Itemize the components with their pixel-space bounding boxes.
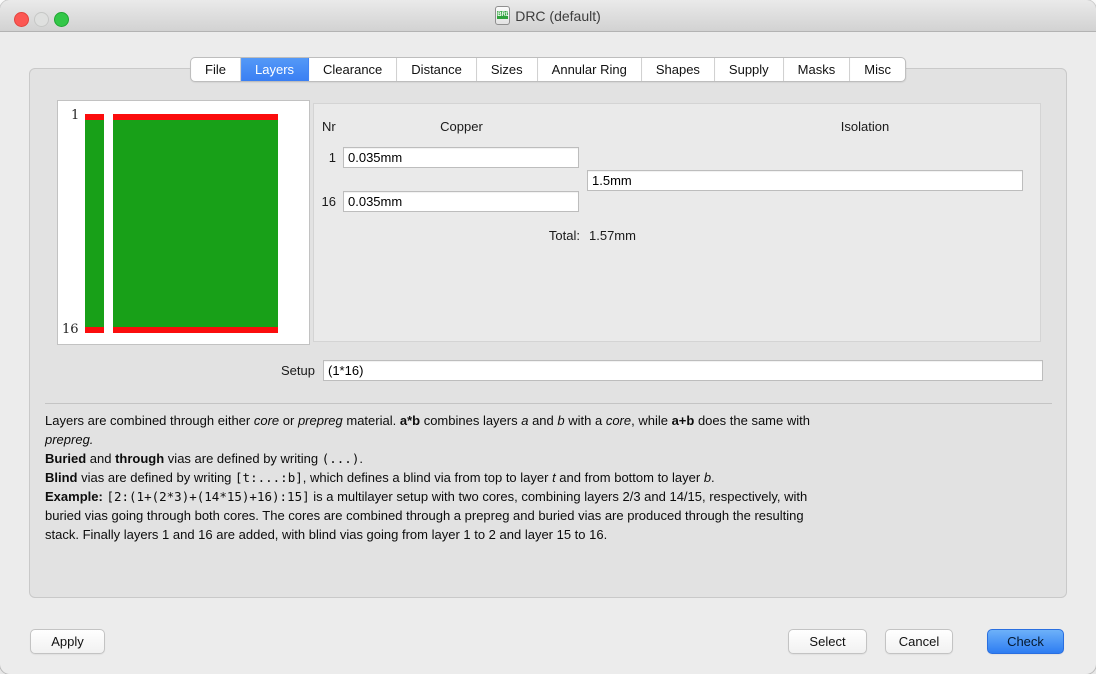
check-button[interactable]: Check: [987, 629, 1064, 654]
tab-misc[interactable]: Misc: [850, 58, 905, 81]
total-label: Total:: [548, 228, 580, 243]
bottom-layer-number-label: 16: [62, 322, 79, 337]
divider-line: [45, 403, 1052, 404]
close-button[interactable]: [14, 12, 29, 27]
core-material-bar: [85, 120, 104, 327]
layer-setup-help-text: Layers are combined through either core …: [45, 413, 810, 542]
isolation-thickness-input[interactable]: [587, 170, 1023, 191]
tab-masks[interactable]: Masks: [784, 58, 851, 81]
drc-dialog-window: BRD DRC (default) File Layers Clearance …: [0, 0, 1096, 674]
zoom-button[interactable]: [54, 12, 69, 27]
total-value: 1.57mm: [589, 228, 636, 243]
layer-16-number: 16: [321, 194, 336, 209]
title-bar: BRD DRC (default): [0, 0, 1096, 32]
apply-button[interactable]: Apply: [30, 629, 105, 654]
tab-clearance[interactable]: Clearance: [309, 58, 398, 81]
cancel-button[interactable]: Cancel: [885, 629, 953, 654]
window-title: DRC (default): [515, 7, 601, 24]
tab-supply[interactable]: Supply: [715, 58, 784, 81]
copper-layer-16-bar: [113, 327, 278, 333]
minimize-button: [34, 12, 49, 27]
copper-layer-16-bar: [85, 327, 104, 333]
tab-distance[interactable]: Distance: [397, 58, 477, 81]
layer-1-number: 1: [328, 150, 336, 165]
copper-thickness-layer-16-input[interactable]: [343, 191, 579, 212]
stack-strip-narrow: [85, 114, 104, 333]
column-header-isolation: Isolation: [840, 119, 890, 134]
tab-layers[interactable]: Layers: [241, 58, 310, 81]
tab-annular-ring[interactable]: Annular Ring: [538, 58, 642, 81]
setup-label: Setup: [281, 363, 315, 378]
setup-input[interactable]: [323, 360, 1043, 381]
tab-file[interactable]: File: [191, 58, 241, 81]
select-button[interactable]: Select: [788, 629, 867, 654]
layer-table-panel: [313, 103, 1041, 342]
top-layer-number-label: 1: [71, 108, 80, 123]
brd-file-icon: BRD: [495, 6, 511, 25]
core-material-bar: [113, 120, 278, 327]
layer-stack-preview: 1 16: [57, 100, 310, 345]
tab-bar: File Layers Clearance Distance Sizes Ann…: [190, 57, 906, 82]
copper-thickness-layer-1-input[interactable]: [343, 147, 579, 168]
column-header-copper: Copper: [440, 119, 483, 134]
stack-strip-wide: [113, 114, 278, 333]
tab-sizes[interactable]: Sizes: [477, 58, 538, 81]
column-header-nr: Nr: [322, 119, 336, 134]
tab-shapes[interactable]: Shapes: [642, 58, 715, 81]
